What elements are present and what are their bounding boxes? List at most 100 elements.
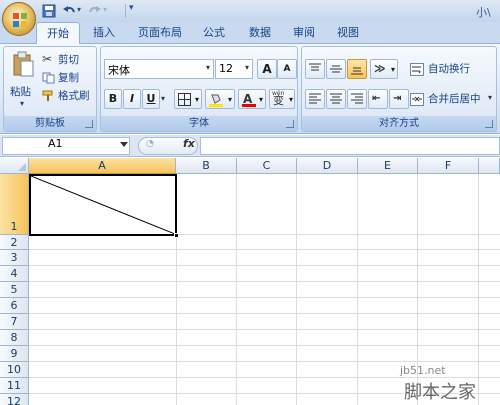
decrease-indent-icon: ⇤: [372, 93, 381, 104]
column-header-e[interactable]: E: [358, 158, 418, 174]
name-box-dropdown-icon[interactable]: [120, 142, 128, 147]
align-center-icon: [330, 93, 342, 104]
align-middle-icon: [330, 65, 342, 73]
row-line: [29, 281, 500, 282]
row-line: [29, 329, 500, 330]
formula-bar: A1 ◔ fx: [0, 135, 500, 157]
tab-review[interactable]: 审阅: [286, 22, 322, 44]
scissors-icon: ✂: [42, 52, 53, 66]
save-icon[interactable]: [42, 3, 56, 19]
row-header-1[interactable]: 1: [0, 174, 29, 235]
clipboard-launcher-icon[interactable]: [85, 120, 93, 128]
phonetic-button[interactable]: wén 变 ▾: [269, 89, 295, 109]
row-header-7[interactable]: 7: [0, 314, 29, 330]
undo-dropdown-icon[interactable]: ▾: [77, 5, 81, 14]
font-size-select[interactable]: 12 ▾: [215, 59, 253, 79]
increase-indent-button[interactable]: ⇥: [389, 89, 409, 109]
redo-icon[interactable]: [88, 3, 102, 19]
decrease-indent-button[interactable]: ⇤: [368, 89, 388, 109]
tab-data[interactable]: 数据: [242, 22, 278, 44]
align-right-button[interactable]: [347, 89, 367, 109]
underline-dropdown-icon[interactable]: ▾: [161, 94, 165, 103]
align-center-button[interactable]: [326, 89, 346, 109]
row-header-12[interactable]: 12: [0, 394, 29, 405]
wrap-text-icon: [410, 63, 424, 76]
column-header-d[interactable]: D: [297, 158, 358, 174]
tab-home[interactable]: 开始: [36, 22, 80, 45]
font-family-dropdown-icon[interactable]: ▾: [206, 63, 210, 72]
clipboard-group: 粘贴 ▾ ✂ 剪切 复制 格式刷 剪贴板: [3, 46, 97, 132]
paste-dropdown-icon[interactable]: ▾: [20, 99, 24, 108]
font-group: 宋体 ▾ 12 ▾ A A B I U ▾ ▾ ▾ A ▾ wén 变 ▾ 字体: [100, 46, 298, 132]
copy-button[interactable]: 复制: [42, 69, 96, 87]
row-line: [29, 249, 500, 250]
row-header-3[interactable]: 3: [0, 250, 29, 266]
tab-insert[interactable]: 插入: [86, 22, 122, 44]
undo-icon[interactable]: [62, 3, 76, 19]
formula-input[interactable]: [200, 137, 500, 155]
merge-center-dropdown-icon[interactable]: ▾: [488, 93, 492, 102]
font-size-dropdown-icon[interactable]: ▾: [245, 63, 249, 72]
grow-font-button[interactable]: A: [257, 59, 277, 79]
shrink-font-button[interactable]: A: [277, 59, 297, 79]
row-header-5[interactable]: 5: [0, 282, 29, 298]
office-button[interactable]: [2, 2, 36, 36]
font-color-button[interactable]: A ▾: [238, 89, 266, 109]
customize-qat-icon[interactable]: ▾: [129, 3, 134, 13]
name-box[interactable]: [2, 137, 130, 155]
column-header-a[interactable]: A: [29, 158, 176, 174]
tab-formulas[interactable]: 公式: [196, 22, 232, 44]
fill-color-dropdown-icon[interactable]: ▾: [228, 91, 232, 109]
alignment-launcher-icon[interactable]: [485, 120, 493, 128]
column-header-c[interactable]: C: [237, 158, 297, 174]
orientation-button[interactable]: ≫ ▾: [370, 59, 398, 79]
middle-align-button[interactable]: [326, 59, 346, 79]
column-header-g[interactable]: [479, 158, 500, 174]
align-left-button[interactable]: [305, 89, 325, 109]
office-logo-icon: [13, 13, 27, 27]
borders-dropdown-icon[interactable]: ▾: [195, 91, 199, 109]
row-line: [29, 297, 500, 298]
format-painter-button[interactable]: 格式刷: [42, 87, 96, 105]
phonetic-dropdown-icon[interactable]: ▾: [289, 91, 293, 109]
redo-dropdown-icon[interactable]: ▾: [103, 5, 107, 14]
align-top-icon: [309, 63, 321, 71]
italic-button[interactable]: I: [123, 89, 141, 109]
top-align-button[interactable]: [305, 59, 325, 79]
tab-view[interactable]: 视图: [330, 22, 366, 44]
paste-button[interactable]: 粘贴 ▾: [6, 49, 40, 111]
fill-handle[interactable]: [174, 233, 179, 238]
row-header-10[interactable]: 10: [0, 362, 29, 378]
borders-button[interactable]: ▾: [174, 89, 202, 109]
cut-button[interactable]: ✂ 剪切: [42, 51, 96, 69]
selected-cell-a1[interactable]: [29, 174, 179, 238]
column-header-b[interactable]: B: [176, 158, 237, 174]
expand-icon[interactable]: ◔: [146, 139, 154, 149]
align-right-icon: [351, 93, 363, 104]
alignment-group: ≫ ▾ 自动换行 ⇤ ⇥ 合并后居中 ▾ 对齐方式: [301, 46, 497, 132]
row-header-11[interactable]: 11: [0, 378, 29, 394]
bottom-align-button[interactable]: [347, 59, 367, 79]
insert-function-button[interactable]: fx: [183, 137, 195, 150]
row-header-6[interactable]: 6: [0, 298, 29, 314]
orientation-dropdown-icon[interactable]: ▾: [391, 61, 395, 79]
row-header-2[interactable]: 2: [0, 235, 29, 250]
bold-button[interactable]: B: [104, 89, 122, 109]
wrap-text-button[interactable]: 自动换行: [410, 59, 494, 79]
row-line: [29, 313, 500, 314]
font-family-select[interactable]: 宋体 ▾: [104, 59, 214, 79]
font-launcher-icon[interactable]: [286, 120, 294, 128]
name-box-value: A1: [48, 137, 63, 150]
merge-center-icon: [410, 93, 424, 106]
merge-center-button[interactable]: 合并后居中 ▾: [410, 89, 496, 109]
row-header-8[interactable]: 8: [0, 330, 29, 346]
row-header-9[interactable]: 9: [0, 346, 29, 362]
underline-button[interactable]: U: [142, 89, 160, 109]
column-header-f[interactable]: F: [418, 158, 479, 174]
format-painter-label: 格式刷: [58, 90, 90, 102]
row-header-4[interactable]: 4: [0, 266, 29, 282]
select-all-corner[interactable]: [0, 158, 29, 174]
fill-color-button[interactable]: ▾: [205, 89, 235, 109]
font-color-dropdown-icon[interactable]: ▾: [259, 91, 263, 109]
tab-page-layout[interactable]: 页面布局: [130, 22, 190, 44]
